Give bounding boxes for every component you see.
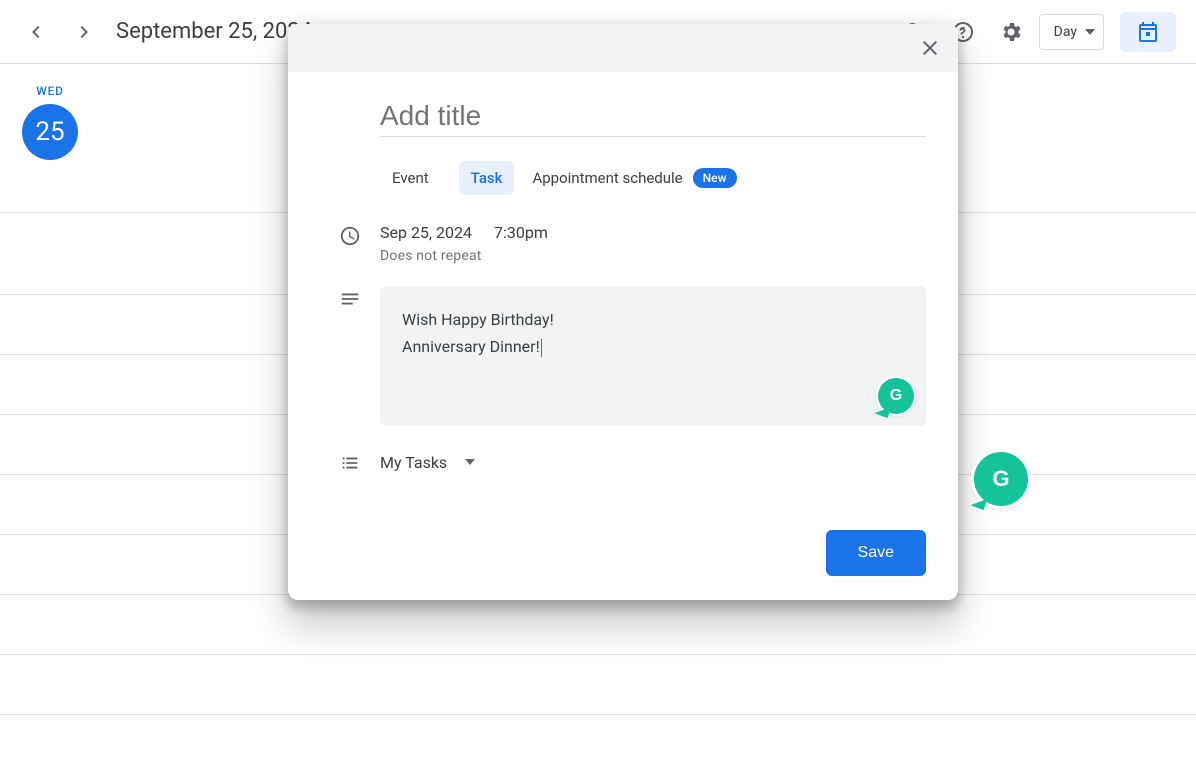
tab-task[interactable]: Task (459, 161, 515, 195)
task-list-dropdown[interactable]: My Tasks (380, 453, 475, 472)
day-number[interactable]: 25 (22, 104, 78, 160)
day-of-week: WED (36, 84, 64, 98)
title-input[interactable] (380, 100, 926, 132)
description-area: Wish Happy Birthday! Anniversary Dinner!… (380, 286, 926, 426)
entry-type-tabs: Event Task Appointment schedule New (380, 161, 926, 195)
calendar-toggle[interactable] (1120, 12, 1176, 52)
tab-event[interactable]: Event (380, 161, 441, 195)
grammarly-badge-small[interactable]: G (878, 378, 914, 414)
save-button[interactable]: Save (826, 530, 926, 576)
new-badge: New (693, 168, 737, 188)
chevron-left-icon (24, 20, 48, 44)
dialog-body: Event Task Appointment schedule New Sep … (288, 72, 958, 600)
list-icon (320, 450, 380, 474)
view-dropdown[interactable]: Day (1039, 14, 1104, 50)
dialog-actions: Save (320, 530, 926, 576)
next-button[interactable] (64, 12, 104, 52)
nav-arrows (16, 12, 104, 52)
clock-icon (320, 223, 380, 247)
task-list-row: My Tasks (320, 450, 926, 474)
gear-icon (999, 20, 1023, 44)
chevron-down-icon (1085, 29, 1095, 35)
description-row: Wish Happy Birthday! Anniversary Dinner!… (320, 286, 926, 426)
create-task-dialog: Event Task Appointment schedule New Sep … (288, 24, 958, 600)
datetime-row: Sep 25, 2024 7:30pm Does not repeat (320, 223, 926, 264)
chevron-right-icon (72, 20, 96, 44)
tab-appointment[interactable]: Appointment schedule New (532, 161, 736, 195)
header-date: September 25, 2024 (116, 19, 312, 44)
close-icon (918, 36, 942, 60)
task-date: Sep 25, 2024 (380, 223, 472, 242)
repeat-label: Does not repeat (380, 248, 548, 264)
prev-button[interactable] (16, 12, 56, 52)
view-dropdown-label: Day (1054, 24, 1077, 40)
close-button[interactable] (910, 28, 950, 68)
datetime-picker[interactable]: Sep 25, 2024 7:30pm Does not repeat (380, 223, 548, 264)
chevron-down-icon (465, 459, 475, 465)
task-list-label: My Tasks (380, 453, 447, 472)
settings-button[interactable] (991, 12, 1031, 52)
tab-appointment-label: Appointment schedule (532, 161, 682, 195)
task-time: 7:30pm (494, 223, 548, 242)
description-input[interactable]: Wish Happy Birthday! Anniversary Dinner! (380, 286, 926, 426)
calendar-icon (1136, 20, 1160, 44)
description-icon (320, 286, 380, 310)
title-field-wrap (380, 100, 926, 137)
grammarly-badge-large[interactable]: G (974, 452, 1028, 506)
dialog-header (288, 24, 958, 72)
day-header: WED 25 (0, 64, 100, 160)
